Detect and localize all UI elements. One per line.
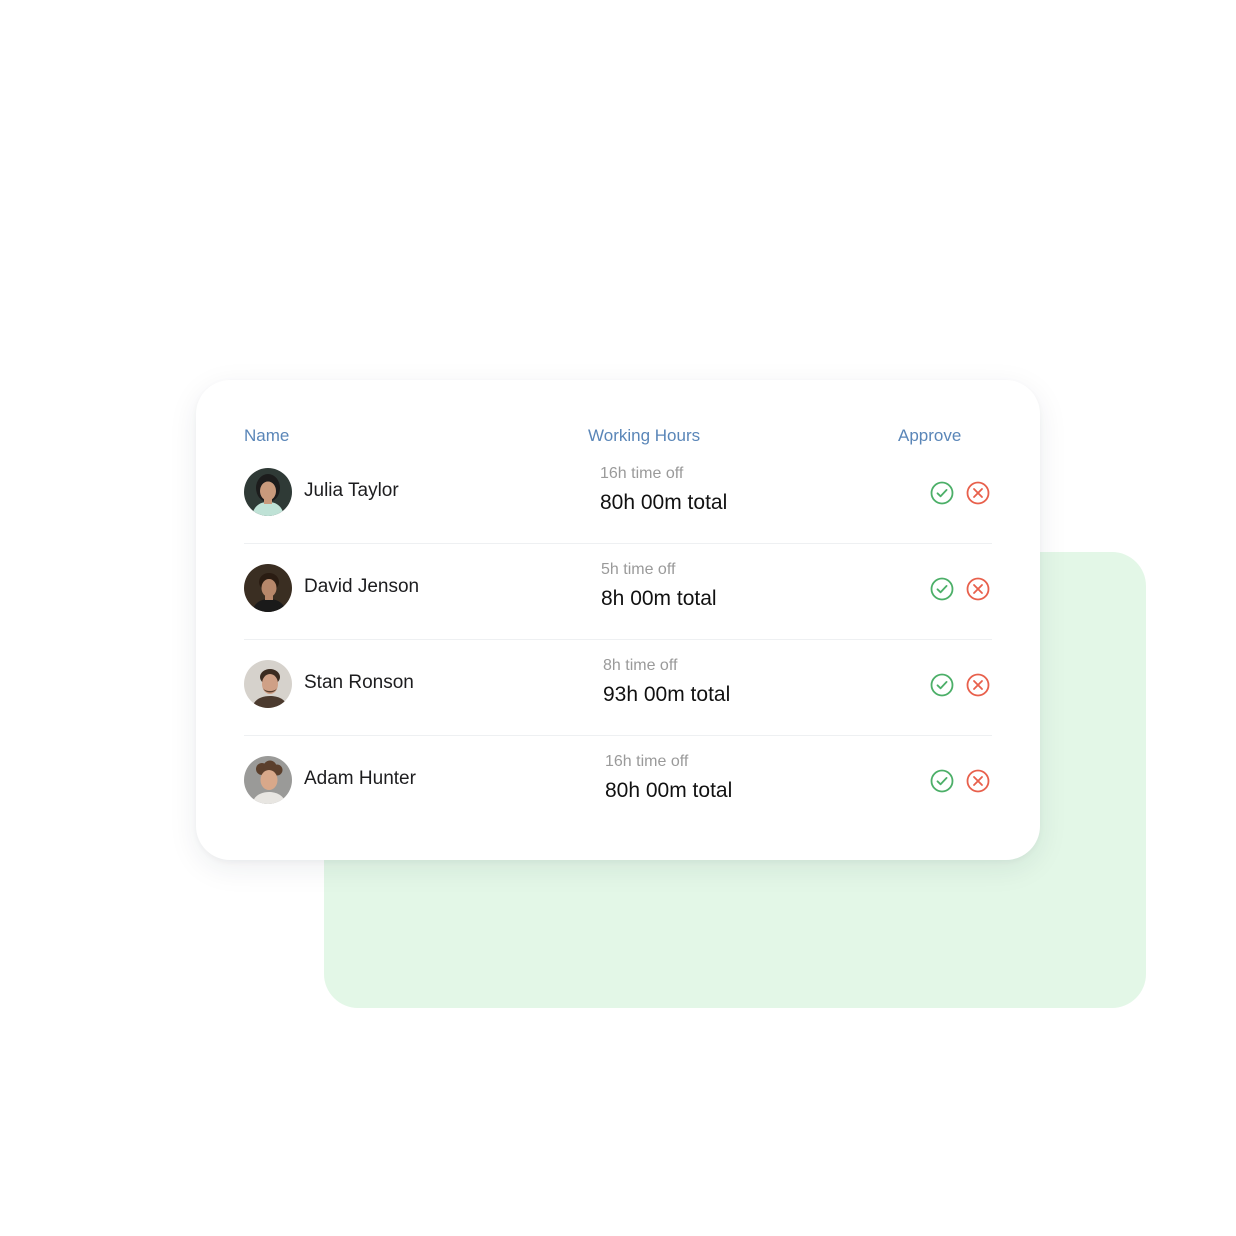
person-name: David Jenson — [304, 576, 420, 597]
x-circle-icon — [966, 673, 990, 697]
reject-button[interactable] — [966, 481, 990, 505]
working-hours-cell: 16h time off 80h 00m total — [605, 752, 732, 804]
reject-button[interactable] — [966, 577, 990, 601]
avatar — [244, 564, 292, 612]
table-header: Name Working Hours Approve — [196, 426, 1040, 448]
working-hours-cell: 16h time off 80h 00m total — [600, 464, 727, 516]
x-circle-icon — [966, 577, 990, 601]
time-off-text: 5h time off — [601, 561, 676, 578]
x-circle-icon — [966, 481, 990, 505]
table-row: Stan Ronson 8h time off 93h 00m total — [244, 640, 992, 736]
person-name: Julia Taylor — [304, 480, 399, 501]
total-hours-text: 80h 00m total — [605, 779, 733, 802]
avatar — [244, 468, 292, 516]
person-name: Stan Ronson — [304, 672, 414, 693]
total-hours-text: 80h 00m total — [600, 491, 728, 514]
approve-button[interactable] — [930, 769, 954, 793]
avatar — [244, 660, 292, 708]
approval-table-card: Name Working Hours Approve Julia Taylor … — [196, 380, 1040, 860]
person-name: Adam Hunter — [304, 768, 416, 789]
check-circle-icon — [930, 769, 954, 793]
x-circle-icon — [966, 769, 990, 793]
approve-button[interactable] — [930, 673, 954, 697]
column-header-approve: Approve — [898, 426, 962, 445]
approve-button[interactable] — [930, 577, 954, 601]
column-header-working-hours: Working Hours — [588, 426, 701, 445]
stage: Name Working Hours Approve Julia Taylor … — [0, 0, 1236, 1236]
table-row: David Jenson 5h time off 8h 00m total — [244, 544, 992, 640]
check-circle-icon — [930, 673, 954, 697]
total-hours-text: 93h 00m total — [603, 683, 731, 706]
approve-button[interactable] — [930, 481, 954, 505]
working-hours-cell: 5h time off 8h 00m total — [601, 560, 717, 612]
total-hours-text: 8h 00m total — [601, 587, 717, 610]
reject-button[interactable] — [966, 769, 990, 793]
reject-button[interactable] — [966, 673, 990, 697]
column-header-name: Name — [244, 426, 290, 445]
check-circle-icon — [930, 577, 954, 601]
time-off-text: 16h time off — [605, 753, 689, 770]
table-row: Julia Taylor 16h time off 80h 00m total — [244, 448, 992, 544]
working-hours-cell: 8h time off 93h 00m total — [603, 656, 730, 708]
check-circle-icon — [930, 481, 954, 505]
time-off-text: 8h time off — [603, 657, 678, 674]
time-off-text: 16h time off — [600, 465, 684, 482]
table-row: Adam Hunter 16h time off 80h 00m total — [244, 736, 992, 832]
avatar — [244, 756, 292, 804]
